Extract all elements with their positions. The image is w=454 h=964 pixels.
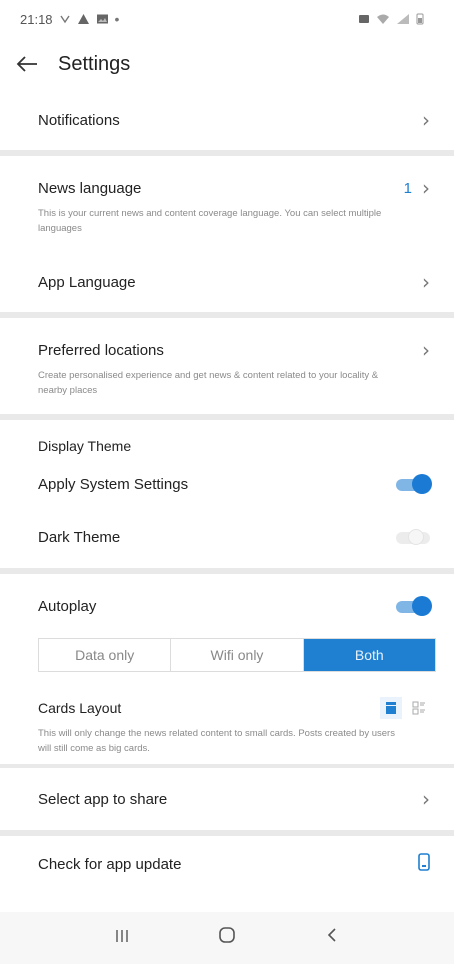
notifications-label: Notifications — [38, 111, 120, 129]
dark-theme-toggle[interactable] — [396, 529, 430, 545]
news-language-row[interactable]: News language 1 › This is your current n… — [0, 156, 454, 252]
preferred-locations-description: Create personalised experience and get n… — [38, 370, 379, 396]
chevron-right-icon: › — [422, 338, 430, 362]
language-count: 1 — [403, 179, 412, 197]
cards-layout-row: Cards Layout This will only change the n… — [0, 672, 454, 764]
dark-theme-row[interactable]: Dark Theme — [0, 506, 454, 568]
toggle-knob — [412, 474, 432, 494]
select-app-to-share-row[interactable]: Select app to share › — [0, 768, 454, 830]
preferred-locations-row[interactable]: Preferred locations › Create personalise… — [0, 318, 454, 414]
back-icon[interactable] — [312, 926, 352, 950]
chevron-right-icon: › — [422, 176, 430, 200]
check-for-app-update-row[interactable]: Check for app update — [0, 836, 454, 892]
signal-icon — [397, 14, 409, 24]
preferred-locations-label: Preferred locations — [38, 341, 164, 359]
dot-icon: • — [114, 11, 120, 27]
display-theme-heading-row: Display Theme — [0, 420, 454, 462]
back-arrow-icon[interactable] — [16, 51, 50, 77]
warning-icon — [77, 14, 89, 24]
autoplay-label: Autoplay — [38, 597, 97, 615]
big-cards-icon[interactable] — [380, 697, 402, 719]
autoplay-option-wifi-only[interactable]: Wifi only — [171, 639, 304, 671]
battery-icon — [416, 13, 424, 25]
chevron-right-icon: › — [422, 270, 430, 294]
autoplay-option-both[interactable]: Both — [303, 639, 435, 671]
apply-system-settings-toggle[interactable] — [396, 474, 432, 494]
chevron-right-icon: › — [422, 108, 430, 132]
alarm-icon — [359, 15, 369, 23]
app-language-row[interactable]: App Language › — [0, 252, 454, 312]
phone-update-icon — [418, 852, 430, 876]
status-time: 21:18 — [20, 11, 53, 27]
toggle-knob — [408, 529, 424, 545]
toggle-knob — [412, 596, 432, 616]
status-bar: 21:18 • — [0, 0, 454, 38]
system-nav-bar — [0, 912, 454, 964]
page-title: Settings — [58, 52, 131, 75]
cards-layout-description: This will only change the news related c… — [38, 728, 395, 754]
autoplay-row[interactable]: Autoplay — [0, 574, 454, 638]
autoplay-toggle[interactable] — [396, 596, 432, 616]
small-cards-icon[interactable] — [408, 697, 430, 719]
news-language-label: News language — [38, 179, 142, 197]
chevron-right-icon: › — [422, 787, 430, 811]
dark-theme-label: Dark Theme — [38, 528, 121, 546]
cards-layout-options — [380, 697, 430, 719]
app-language-label: App Language — [38, 273, 136, 291]
check-for-app-update-label: Check for app update — [38, 855, 182, 873]
notification-icon — [59, 15, 70, 24]
news-language-value: 1 › — [404, 178, 430, 198]
apply-system-settings-label: Apply System Settings — [38, 475, 189, 493]
notifications-row[interactable]: Notifications › — [0, 90, 454, 150]
autoplay-mode-selector: Data only Wifi only Both — [38, 638, 436, 672]
autoplay-option-data-only[interactable]: Data only — [39, 639, 172, 671]
news-language-description: This is your current news and content co… — [38, 208, 382, 234]
wifi-icon — [377, 14, 389, 24]
cards-layout-label: Cards Layout — [38, 700, 122, 716]
home-icon[interactable] — [207, 926, 247, 950]
app-header: Settings — [0, 38, 454, 90]
status-bar-right — [358, 13, 424, 25]
recent-apps-icon[interactable] — [102, 927, 142, 950]
image-icon — [96, 14, 108, 24]
apply-system-settings-row[interactable]: Apply System Settings — [0, 462, 454, 506]
select-app-to-share-label: Select app to share — [38, 790, 168, 808]
status-bar-left: 21:18 • — [20, 11, 119, 27]
display-theme-heading: Display Theme — [38, 438, 132, 454]
